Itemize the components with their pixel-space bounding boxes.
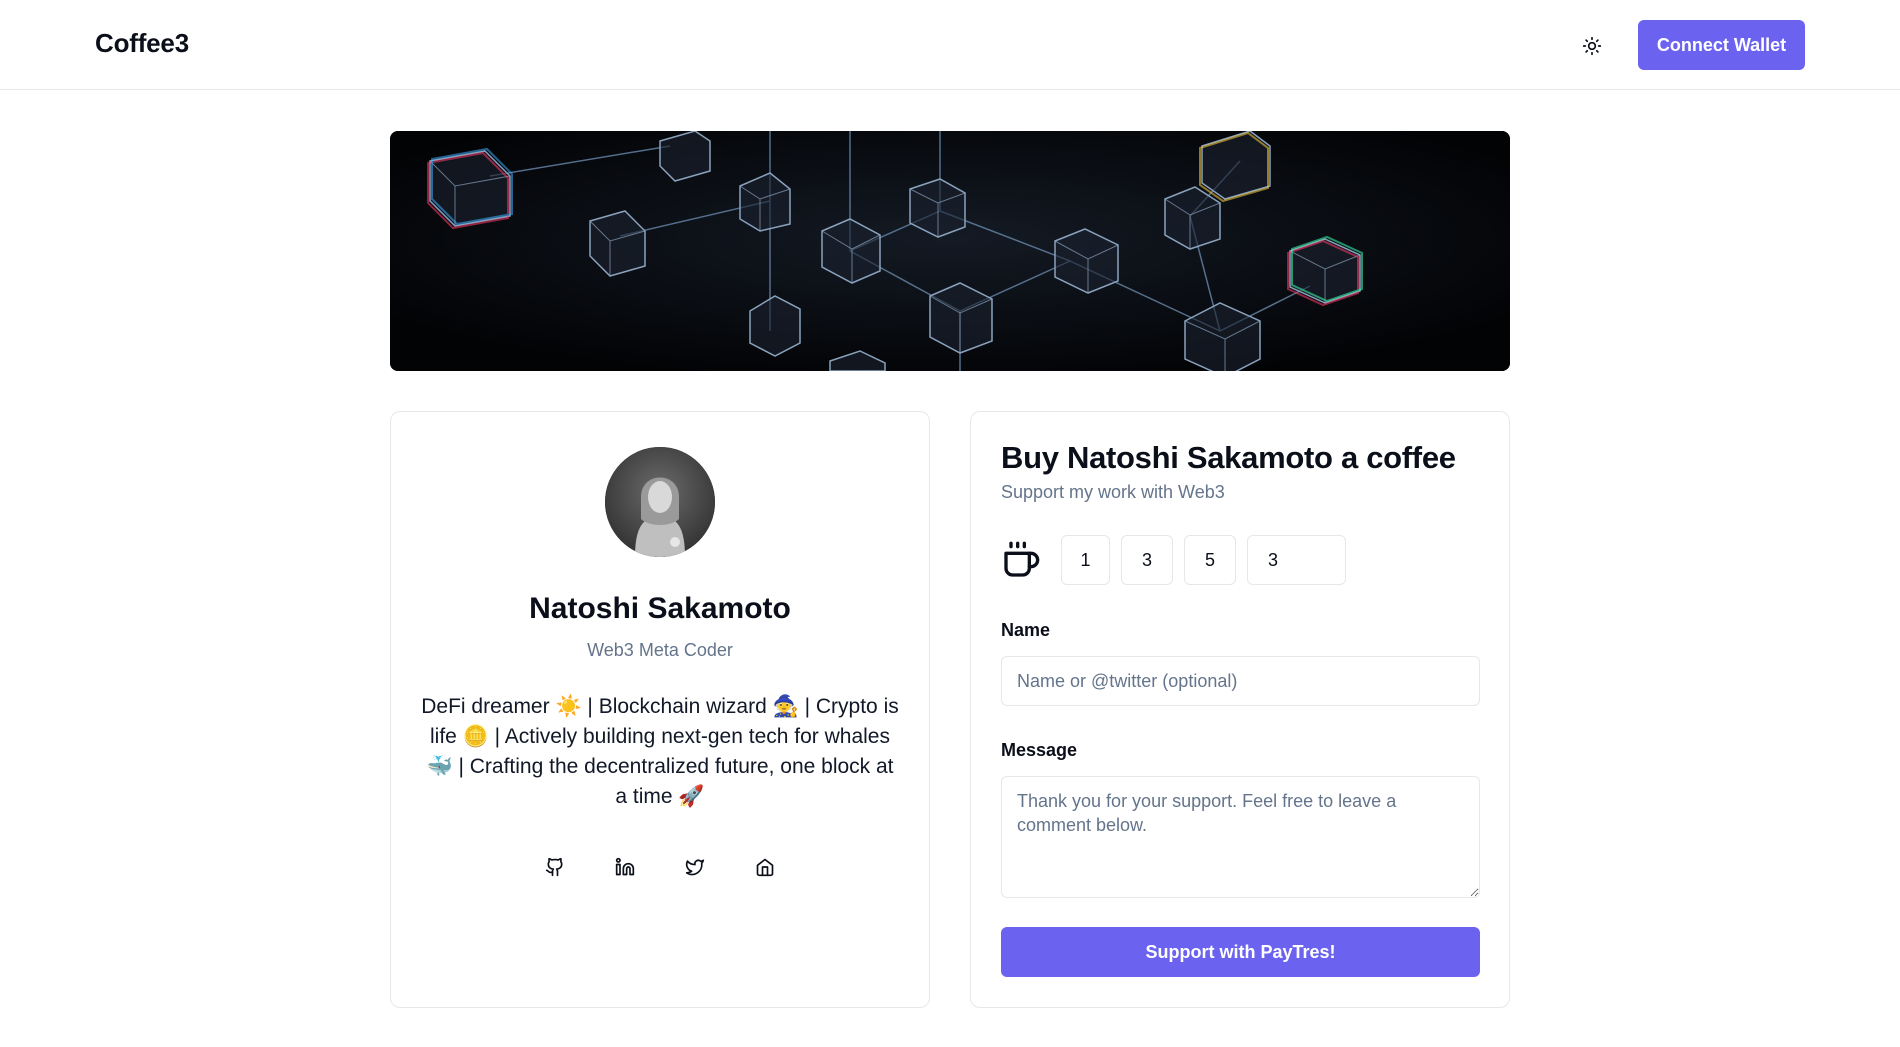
home-icon[interactable] [753, 855, 777, 879]
support-title: Buy Natoshi Sakamoto a coffee [1001, 440, 1456, 475]
support-card: Buy Natoshi Sakamoto a coffee Support my… [970, 411, 1510, 1008]
name-field[interactable] [1001, 656, 1480, 706]
avatar [605, 447, 715, 557]
amount-1-button[interactable]: 1 [1061, 535, 1110, 585]
social-links [391, 855, 929, 879]
name-label: Name [1001, 620, 1051, 640]
profile-title: Web3 Meta Coder [587, 640, 733, 660]
top-nav: Coffee3 Connect Wallet [0, 0, 1900, 90]
coffee-icon [1001, 538, 1041, 582]
sun-icon[interactable] [1578, 32, 1606, 60]
support-subtitle: Support my work with Web3 [1001, 482, 1225, 502]
message-label: Message [1001, 740, 1078, 760]
github-icon[interactable] [543, 855, 567, 879]
linkedin-icon[interactable] [613, 855, 637, 879]
amount-3-button[interactable]: 3 [1121, 535, 1173, 585]
blockchain-network-image [390, 131, 1510, 371]
message-field[interactable] [1001, 776, 1480, 898]
brand-logo[interactable]: Coffee3 [95, 28, 189, 59]
profile-banner [390, 131, 1510, 371]
amount-5-button[interactable]: 5 [1184, 535, 1236, 585]
profile-name: Natoshi Sakamoto [529, 592, 791, 625]
profile-bio: DeFi dreamer ☀️ | Blockchain wizard 🧙 | … [421, 695, 899, 808]
profile-card: Natoshi Sakamoto Web3 Meta Coder DeFi dr… [390, 411, 930, 1008]
twitter-icon[interactable] [683, 855, 707, 879]
support-submit-button[interactable]: Support with PayTres! [1001, 927, 1480, 977]
connect-wallet-button[interactable]: Connect Wallet [1638, 20, 1805, 70]
coffee-amount-selector: 1 3 5 [1001, 535, 1346, 585]
custom-amount-input[interactable] [1247, 535, 1346, 585]
